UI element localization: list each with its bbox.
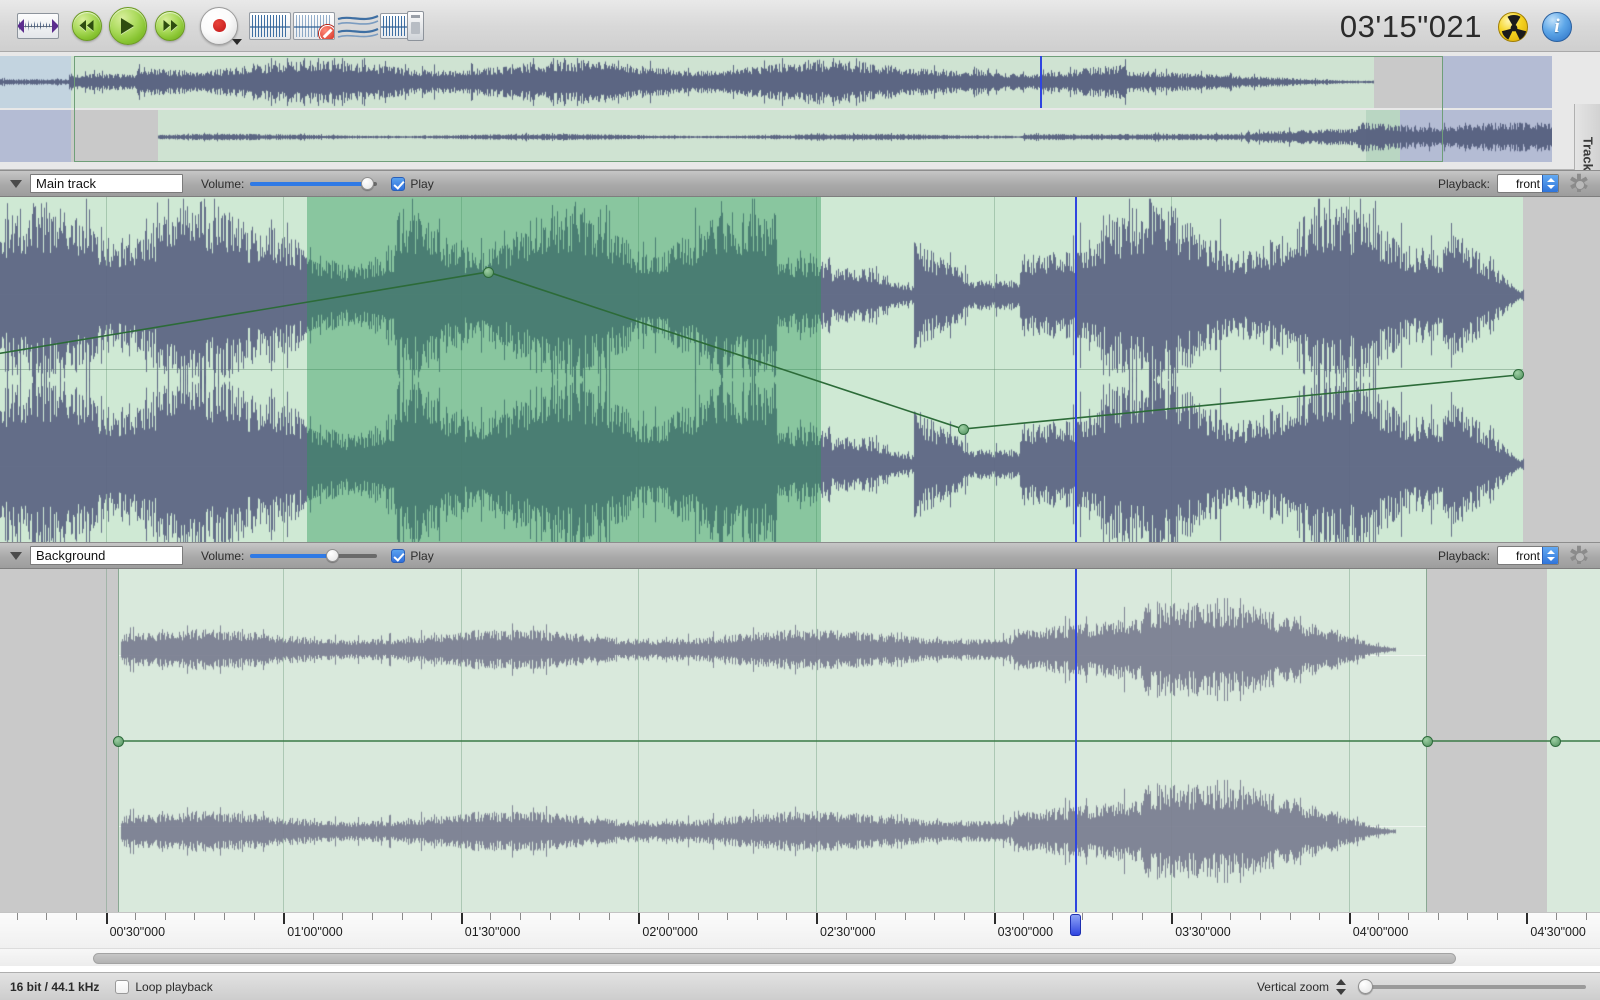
audio-editor-window: 03'15"021 i Tracks Main track Volume: Pl… (0, 0, 1600, 1000)
main-track-overview[interactable] (0, 56, 1552, 108)
volume-slider-background[interactable] (250, 549, 378, 563)
ruler-label: 04'00"000 (1352, 925, 1409, 939)
new-clip-icon (249, 11, 291, 40)
play-glyph (121, 17, 134, 34)
status-bar: 16 bit / 44.1 kHz Loop playback Vertical… (0, 972, 1600, 1000)
fast-forward-glyph (163, 20, 177, 31)
mixdown-button[interactable] (380, 10, 424, 41)
play-checkbox-main[interactable] (391, 176, 406, 191)
rewind-glyph (79, 20, 94, 31)
vertical-zoom-slider[interactable] (1358, 979, 1586, 994)
play-button[interactable] (105, 6, 150, 45)
fade-curve-icon (337, 12, 379, 40)
background-overview-waveform (0, 110, 1552, 162)
chevron-updown-icon (1542, 175, 1558, 192)
playback-value-background: front (1515, 548, 1540, 563)
delete-clip-icon (293, 11, 335, 40)
envelope-point[interactable] (1549, 735, 1561, 747)
ruler-label: 03'30"000 (1175, 925, 1231, 939)
no-entry-icon (319, 24, 334, 39)
rewind-button[interactable] (68, 10, 105, 41)
vertical-zoom-label: Vertical zoom (1256, 979, 1329, 994)
track-name-input-background[interactable]: Background (30, 546, 183, 565)
fast-forward-button[interactable] (150, 10, 190, 41)
track-name-input-main[interactable]: Main track (30, 174, 183, 193)
vertical-zoom-control: Vertical zoom (1257, 978, 1586, 996)
envelope-point[interactable] (957, 423, 969, 435)
transport-controls (0, 6, 424, 45)
envelope-point[interactable] (1421, 735, 1433, 747)
timeline-ruler[interactable]: 00'30"000 01'00"000 01'30"000 02'00"000 02'3… (0, 912, 1600, 948)
loop-playback-checkbox[interactable] (115, 979, 130, 994)
record-button[interactable] (190, 6, 248, 45)
main-track-playhead[interactable] (1075, 197, 1078, 542)
playback-label-background: Playback: (1437, 548, 1490, 563)
new-clip-button[interactable] (248, 11, 292, 40)
toolbar: 03'15"021 i (0, 0, 1600, 52)
play-icon (108, 6, 147, 45)
ruler-label: 04'30"000 (1530, 925, 1586, 939)
fast-forward-icon (155, 10, 185, 41)
play-label-background: Play (410, 548, 434, 563)
disclosure-triangle-icon[interactable] (10, 179, 22, 188)
play-checkbox-background[interactable] (391, 548, 406, 563)
trim-selection-icon (17, 12, 59, 39)
burn-disc-icon[interactable] (1498, 12, 1528, 42)
delete-clip-button[interactable] (292, 11, 336, 40)
ruler-label: 01'00"000 (287, 925, 343, 939)
main-track-waveform-pane[interactable] (0, 197, 1600, 542)
horizontal-scrollbar[interactable] (0, 948, 1600, 966)
record-icon (200, 6, 242, 45)
background-track-envelope[interactable] (0, 569, 1600, 912)
time-display: 03'15"021 (1339, 9, 1482, 44)
track-header-background: Background Volume: Play Playback: front (0, 542, 1600, 569)
volume-label-background: Volume: (201, 548, 245, 563)
trim-selection-button[interactable] (8, 12, 68, 39)
playback-select-main[interactable]: front (1497, 174, 1559, 193)
main-overview-waveform (0, 56, 1552, 108)
ruler-label: 01'30"000 (464, 925, 521, 939)
main-track-envelope[interactable] (0, 197, 1600, 542)
envelope-point[interactable] (112, 735, 124, 747)
fade-curve-button[interactable] (336, 12, 380, 40)
info-icon[interactable]: i (1542, 12, 1572, 42)
audio-format-label: 16 bit / 44.1 kHz (10, 979, 100, 994)
play-label-main: Play (410, 176, 434, 191)
playback-label-main: Playback: (1437, 176, 1490, 191)
volume-label-main: Volume: (201, 176, 245, 191)
ruler-label: 02'30"000 (820, 925, 876, 939)
ruler-label: 02'00"000 (642, 925, 698, 939)
vertical-zoom-stepper[interactable] (1335, 978, 1347, 996)
rewind-icon (71, 10, 102, 41)
playback-select-background[interactable]: front (1497, 546, 1559, 565)
mixdown-icon (380, 10, 424, 41)
disclosure-triangle-icon[interactable] (10, 551, 22, 560)
fade-curve-glyph (337, 14, 379, 38)
loop-playback-label: Loop playback (135, 979, 213, 994)
ruler-label: 00'30"000 (109, 925, 166, 939)
background-track-overview[interactable] (0, 110, 1552, 162)
track-settings-gear-icon-main[interactable] (1568, 173, 1590, 195)
ruler-label: 03'00"000 (997, 925, 1054, 939)
playhead-marker[interactable] (1069, 914, 1081, 936)
track-header-main: Main track Volume: Play Playback: front (0, 170, 1600, 197)
envelope-point[interactable] (1512, 369, 1524, 381)
background-track-playhead[interactable] (1075, 569, 1078, 912)
record-menu-arrow-icon (232, 38, 242, 45)
chevron-updown-icon (1542, 547, 1558, 564)
horizontal-scroll-thumb[interactable] (92, 953, 1456, 964)
overview-playhead[interactable] (1040, 56, 1042, 108)
radiation-glyph (1501, 14, 1527, 40)
background-track-waveform-pane[interactable] (0, 569, 1600, 912)
volume-slider-main[interactable] (250, 177, 378, 191)
overview-panel[interactable]: Tracks (0, 52, 1600, 222)
track-settings-gear-icon-background[interactable] (1568, 545, 1590, 567)
envelope-point[interactable] (482, 266, 494, 278)
playback-value-main: front (1515, 176, 1540, 191)
